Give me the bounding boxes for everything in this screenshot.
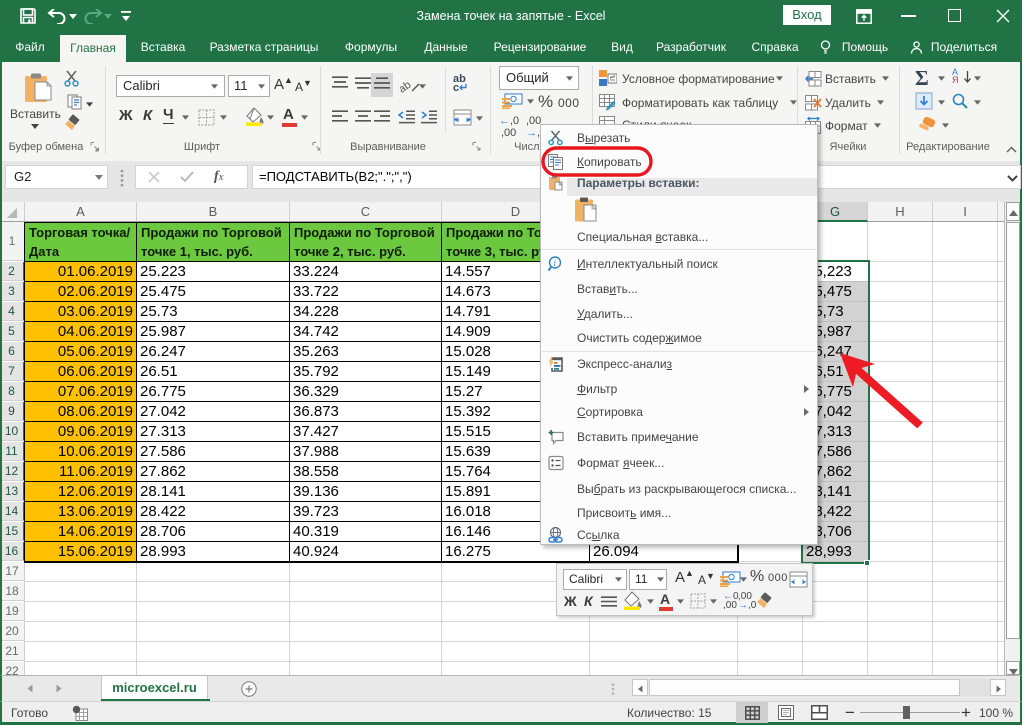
svg-text:ab: ab [400,79,413,95]
svg-text:i: i [554,258,557,268]
